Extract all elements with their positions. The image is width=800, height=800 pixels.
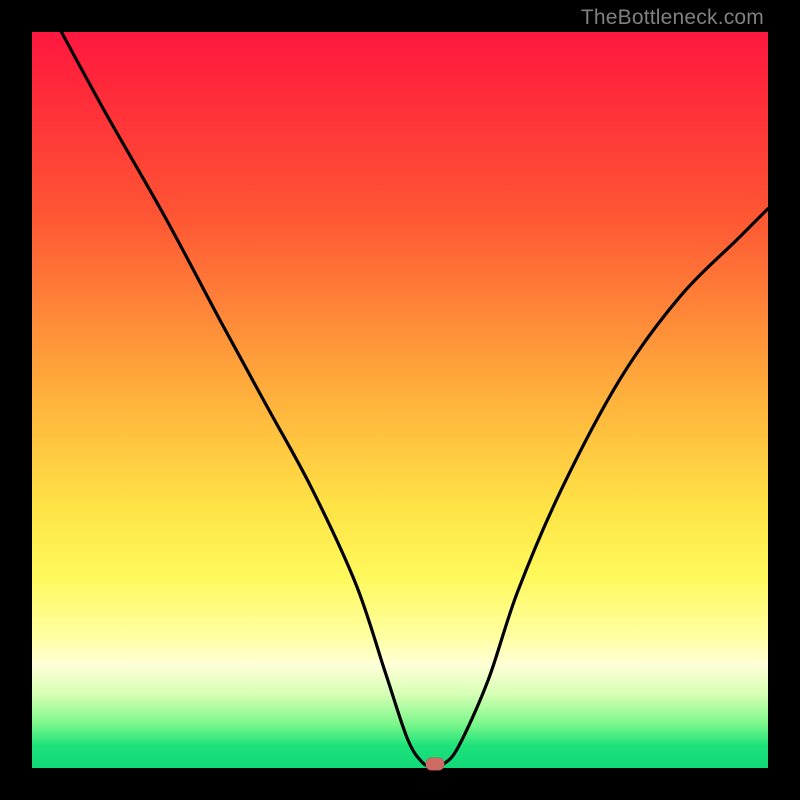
chart-frame: TheBottleneck.com (0, 0, 800, 800)
plot-area (32, 32, 768, 768)
bottleneck-curve (32, 32, 768, 768)
minimum-marker (425, 758, 444, 771)
watermark-text: TheBottleneck.com (581, 6, 764, 30)
